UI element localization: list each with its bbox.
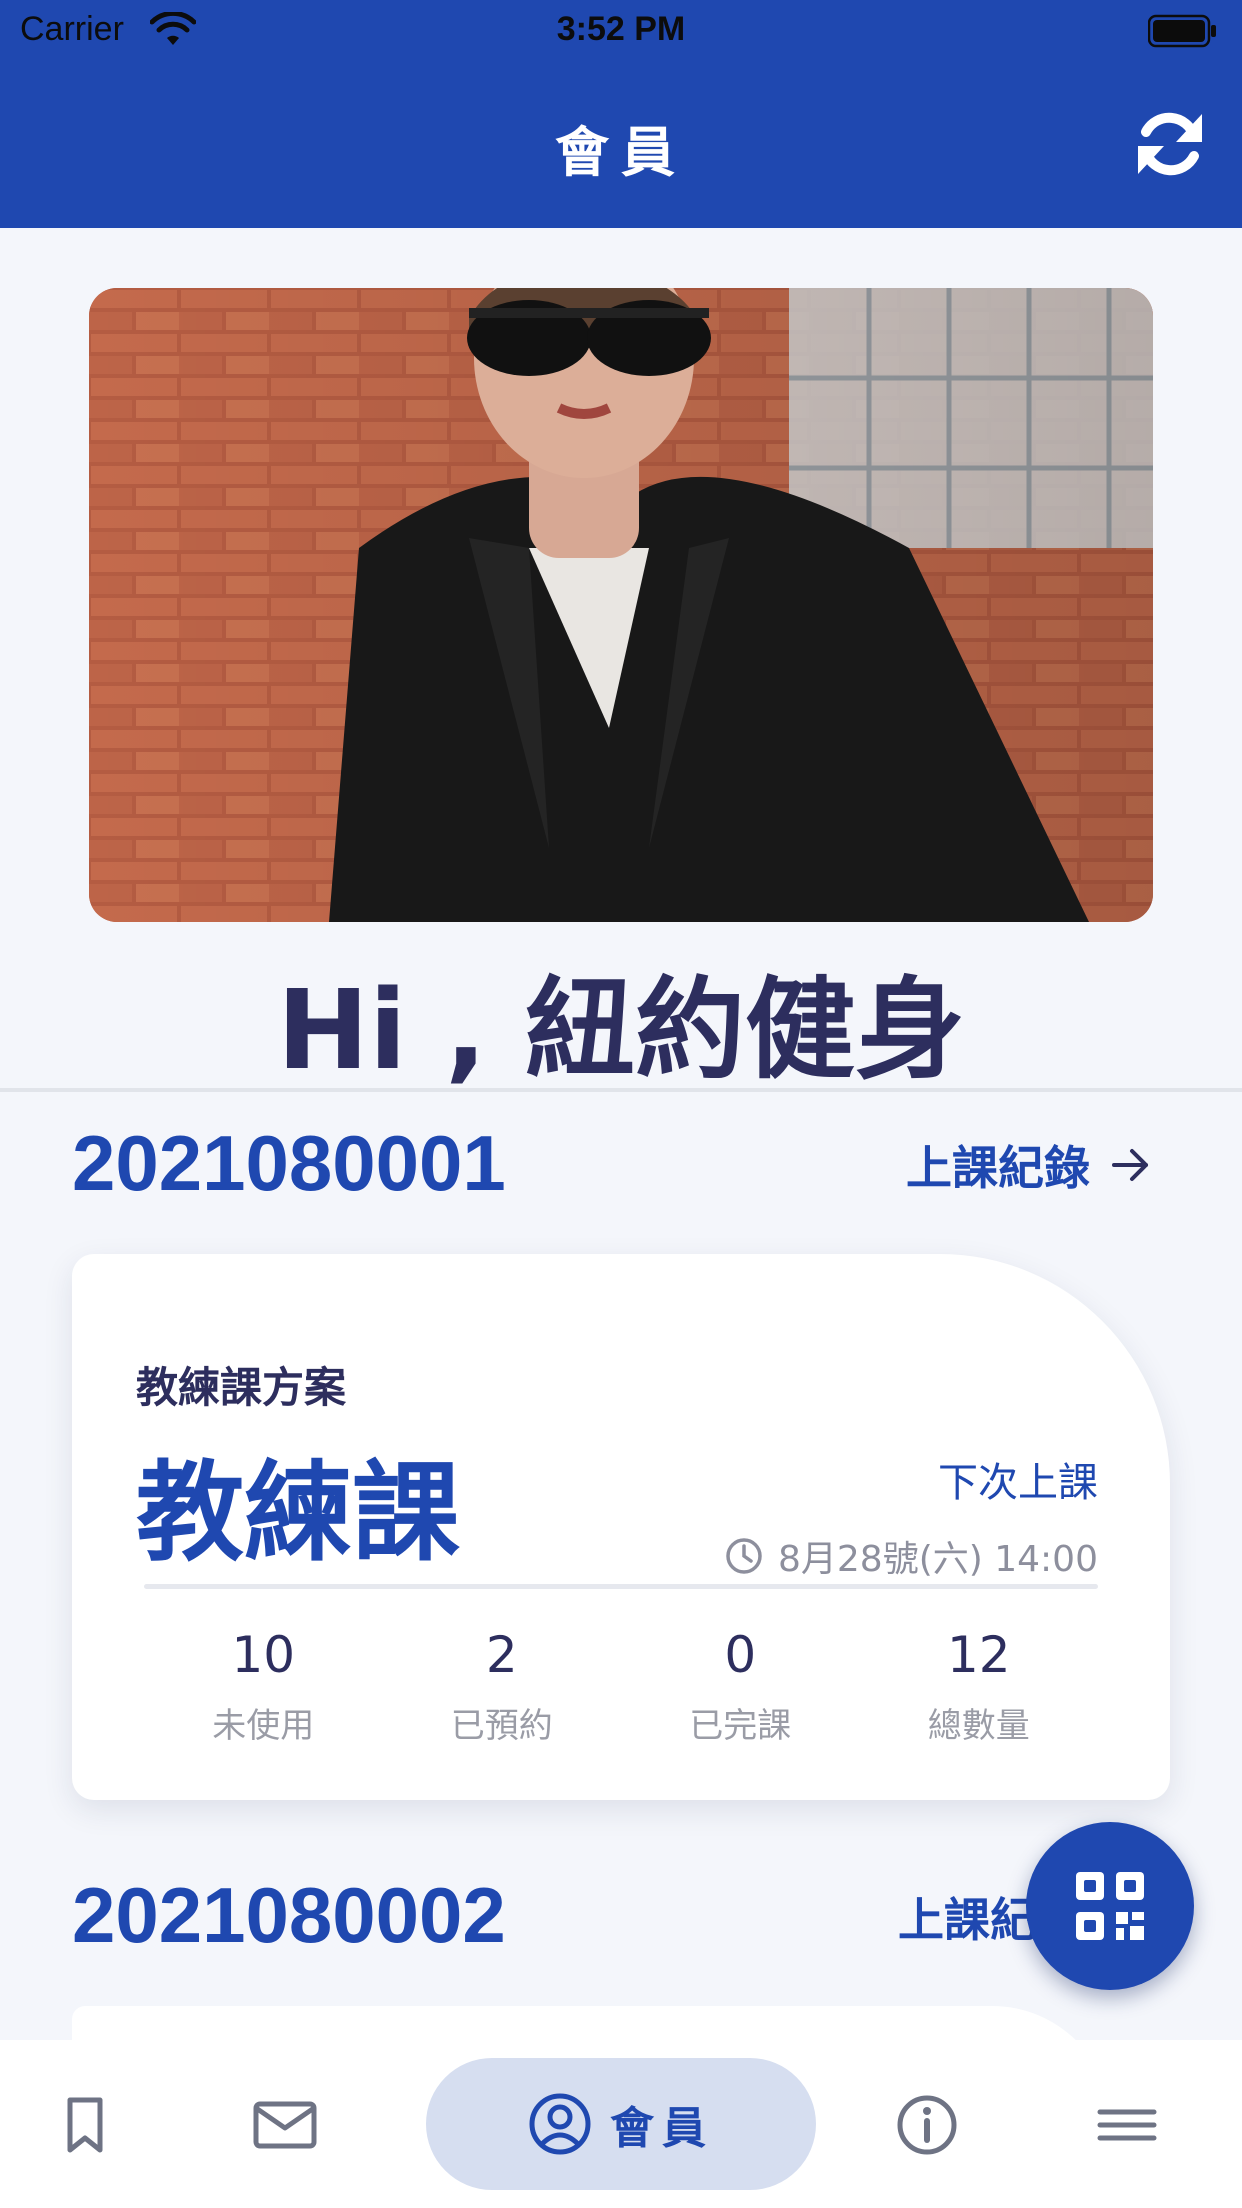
class-record-label: 上課紀錄 xyxy=(906,1141,1090,1195)
stat-label: 總數量 xyxy=(927,1706,1030,1746)
battery-icon xyxy=(1148,14,1216,48)
clock-icon xyxy=(726,1538,762,1574)
page-title: 會員 xyxy=(555,121,687,184)
qr-code-button[interactable] xyxy=(1026,1822,1194,1990)
profile-photo xyxy=(89,288,1153,922)
stat-value: 12 xyxy=(946,1626,1011,1684)
plan-name: 教練課 xyxy=(136,1451,461,1576)
class-record-label: 上課紀 xyxy=(898,1893,1036,1947)
stat-completed: 0 已完課 xyxy=(621,1626,860,1747)
tab-menu[interactable] xyxy=(1092,2090,1162,2160)
stat-label: 未使用 xyxy=(212,1706,315,1746)
tab-member[interactable]: 會員 xyxy=(426,2058,816,2190)
membership-number: 2021080002 xyxy=(72,1871,506,1959)
header-bar: 會員 xyxy=(0,62,1242,228)
mail-icon xyxy=(253,2101,317,2149)
stat-label: 已完課 xyxy=(689,1706,792,1746)
info-icon xyxy=(897,2095,957,2155)
refresh-icon[interactable] xyxy=(1132,106,1208,182)
greeting-text: Hi , 紐約健身 xyxy=(276,966,966,1094)
stat-label: 已預約 xyxy=(450,1706,553,1746)
user-circle-icon xyxy=(529,2093,591,2155)
menu-icon xyxy=(1097,2109,1157,2141)
class-record-link[interactable]: 上課紀 xyxy=(898,1884,1036,1950)
bookmark-icon xyxy=(67,2097,103,2153)
stat-value: 10 xyxy=(231,1626,296,1684)
arrow-right-icon xyxy=(1112,1149,1148,1181)
class-record-link[interactable]: 上課紀錄 xyxy=(906,1132,1152,1198)
plan-label: 教練課方案 xyxy=(136,1363,347,1412)
stat-value: 0 xyxy=(724,1626,757,1684)
next-class-label: 下次上課 xyxy=(938,1460,1098,1506)
bottom-tab-bar: 會員 xyxy=(0,2040,1242,2208)
session-stats: 10 未使用 2 已預約 0 已完課 12 總數量 xyxy=(144,1626,1098,1747)
tab-mail[interactable] xyxy=(250,2090,320,2160)
membership-number: 2021080001 xyxy=(72,1119,506,1207)
stat-unused: 10 未使用 xyxy=(144,1626,383,1747)
qr-code-icon xyxy=(1076,1872,1144,1940)
tab-info[interactable] xyxy=(892,2090,962,2160)
tab-member-label: 會員 xyxy=(610,2103,714,2154)
clock-time: 3:52 PM xyxy=(556,10,686,48)
stat-booked: 2 已預約 xyxy=(383,1626,622,1747)
stat-total: 12 總數量 xyxy=(860,1626,1099,1747)
tab-bookmark[interactable] xyxy=(50,2090,120,2160)
next-class-datetime: 8月28號(六) 14:00 xyxy=(778,1539,1098,1580)
membership-card[interactable]: 教練課方案 教練課 下次上課 8月28號(六) 14:00 10 未使用 2 已… xyxy=(72,1254,1170,1800)
next-class-time: 8月28號(六) 14:00 xyxy=(724,1530,1098,1582)
stat-value: 2 xyxy=(485,1626,518,1684)
card-divider xyxy=(144,1584,1098,1589)
section-divider xyxy=(0,1088,1242,1092)
status-bar: Carrier 3:52 PM xyxy=(0,0,1242,62)
